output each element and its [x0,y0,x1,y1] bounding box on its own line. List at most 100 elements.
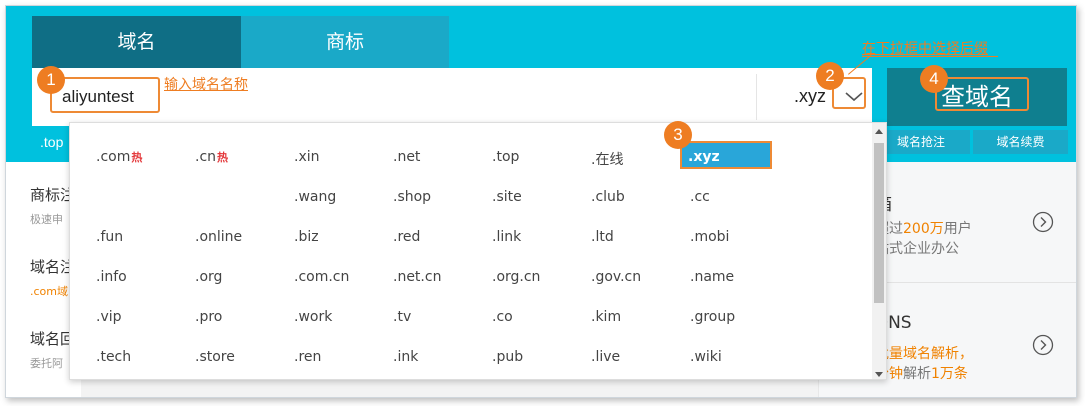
suffix-option-label: .shop [393,189,432,205]
suffix-option-label: .cc [690,189,710,205]
suffix-option[interactable]: .online [195,229,242,245]
suffix-option-label: .fun [96,229,124,245]
suffix-select-value[interactable]: .xyz [794,86,826,107]
suffix-option[interactable]: .net.cn [393,269,441,285]
suffix-option-label: .xin [294,149,320,165]
suffix-option[interactable]: .name [690,269,734,285]
suffix-option-label: .kim [591,309,622,325]
scroll-thumb[interactable] [874,143,884,303]
suffix-option-label: .gov.cn [591,269,642,285]
suffix-option-label: .club [591,189,625,205]
suffix-option[interactable]: .info [96,269,127,285]
suffix-option[interactable]: .site [492,189,522,205]
domain-renew-button[interactable]: 域名续费 [973,130,1068,154]
domain-search-widget: 域名 商标 aliyuntest .xyz 查域名 .top 域名抢注 域名续费… [5,5,1077,398]
suffix-option-label: .co [492,309,513,325]
suffix-dropdown: .com热 .cn热 .xin .net .top .在线 .xyz .wang .shop .s… [69,122,887,380]
suffix-option[interactable]: .cn热 [195,149,228,165]
suffix-option-label: .red [393,229,421,245]
suffix-option[interactable]: .pub [492,349,523,365]
suffix-option[interactable]: .live [591,349,620,365]
suffix-option-label: .com.cn [294,269,350,285]
tab-trademark[interactable]: 商标 [241,16,449,68]
hot-badge: 热 [131,151,143,164]
dropdown-scrollbar[interactable] [872,123,886,379]
suffix-option[interactable]: .在线 [591,149,623,169]
suffix-option-label: .info [96,269,127,285]
promo-line: 批量域名解析， [875,346,973,362]
promo-line: 站式企业办公 [875,241,959,257]
suffix-option-label: .work [294,309,333,325]
suffix-option-label: .ltd [591,229,614,245]
suffix-option[interactable]: .mobi [690,229,729,245]
promo-line: 分钟解析1万条 [875,366,968,382]
suffix-option[interactable]: .wang [294,189,336,205]
suffix-option-label: .name [690,269,735,285]
suffix-option-label: .tech [96,349,132,365]
annotation-underline-2 [862,56,998,57]
suffix-option[interactable]: .tv [393,309,411,325]
suffix-option-label: .xyz [688,149,720,165]
suffix-option[interactable]: .org.cn [492,269,540,285]
suffix-option[interactable]: .co [492,309,513,325]
annotation-box-button [935,77,1029,111]
suffix-option[interactable]: .net [393,149,420,165]
suffix-option[interactable]: .com.cn [294,269,349,285]
suffix-option[interactable]: .ltd [591,229,614,245]
annotation-text-2: 在下拉框中选择后缀 [862,41,988,57]
suffix-option-label: .net.cn [393,269,442,285]
suffix-option-label: .pub [492,349,524,365]
suffix-option[interactable]: .cc [690,189,710,205]
suffix-option[interactable]: .pro [195,309,222,325]
suffix-option[interactable]: .club [591,189,625,205]
suffix-option-label: .biz [294,229,319,245]
annotation-step-4: 4 [920,65,948,93]
suffix-option[interactable]: .gov.cn [591,269,641,285]
chevron-right-circle-icon[interactable] [1032,211,1054,233]
suffix-option[interactable]: .ink [393,349,418,365]
suffix-option-label: .wang [294,189,337,205]
suffix-option-selected[interactable]: .xyz [680,141,772,169]
suffix-option[interactable]: .ren [294,349,321,365]
suffix-option-label: .wiki [690,349,722,365]
suffix-option[interactable]: .work [294,309,332,325]
suffix-option[interactable]: .top [492,149,519,165]
scroll-up-icon[interactable] [875,129,883,134]
suffix-option[interactable]: .group [690,309,735,325]
suffix-option-label: .mobi [690,229,730,245]
annotation-step-2: 2 [816,62,844,90]
suffix-option-label: .online [195,229,243,245]
suffix-option-label: .group [690,309,736,325]
annotation-step-1: 1 [37,66,65,94]
hot-badge: 热 [217,151,229,164]
suffix-option-label: .cn [195,149,217,165]
chevron-right-circle-icon[interactable] [1032,334,1054,356]
annotation-text-1: 输入域名名称 [164,77,248,93]
suffix-option[interactable]: .com热 [96,149,142,165]
suffix-option[interactable]: .wiki [690,349,722,365]
suffix-option-label: .net [393,149,421,165]
suffix-option-label: .org [195,269,223,285]
suffix-option[interactable]: .red [393,229,420,245]
suffix-option[interactable]: .tech [96,349,131,365]
suffix-option[interactable]: .org [195,269,222,285]
suffix-option[interactable]: .vip [96,309,122,325]
suffix-option-label: .com [96,149,131,165]
suffix-option-label: .live [591,349,621,365]
suffix-option-label: .在线 [591,152,624,168]
suffix-option[interactable]: .biz [294,229,319,245]
scroll-down-icon[interactable] [875,372,883,377]
suffix-option[interactable]: .shop [393,189,431,205]
suffix-option[interactable]: .link [492,229,521,245]
suffix-option-label: .tv [393,309,412,325]
suffix-option[interactable]: .kim [591,309,621,325]
suffix-option[interactable]: .store [195,349,235,365]
suffix-option-label: .link [492,229,522,245]
suffix-option[interactable]: .xin [294,149,320,165]
suffix-option-label: .store [195,349,235,365]
suffix-option-label: .org.cn [492,269,541,285]
hot-suffix-link[interactable]: .top [40,134,63,150]
suffix-option[interactable]: .fun [96,229,123,245]
search-separator [756,74,757,120]
tab-domain[interactable]: 域名 [32,16,241,68]
